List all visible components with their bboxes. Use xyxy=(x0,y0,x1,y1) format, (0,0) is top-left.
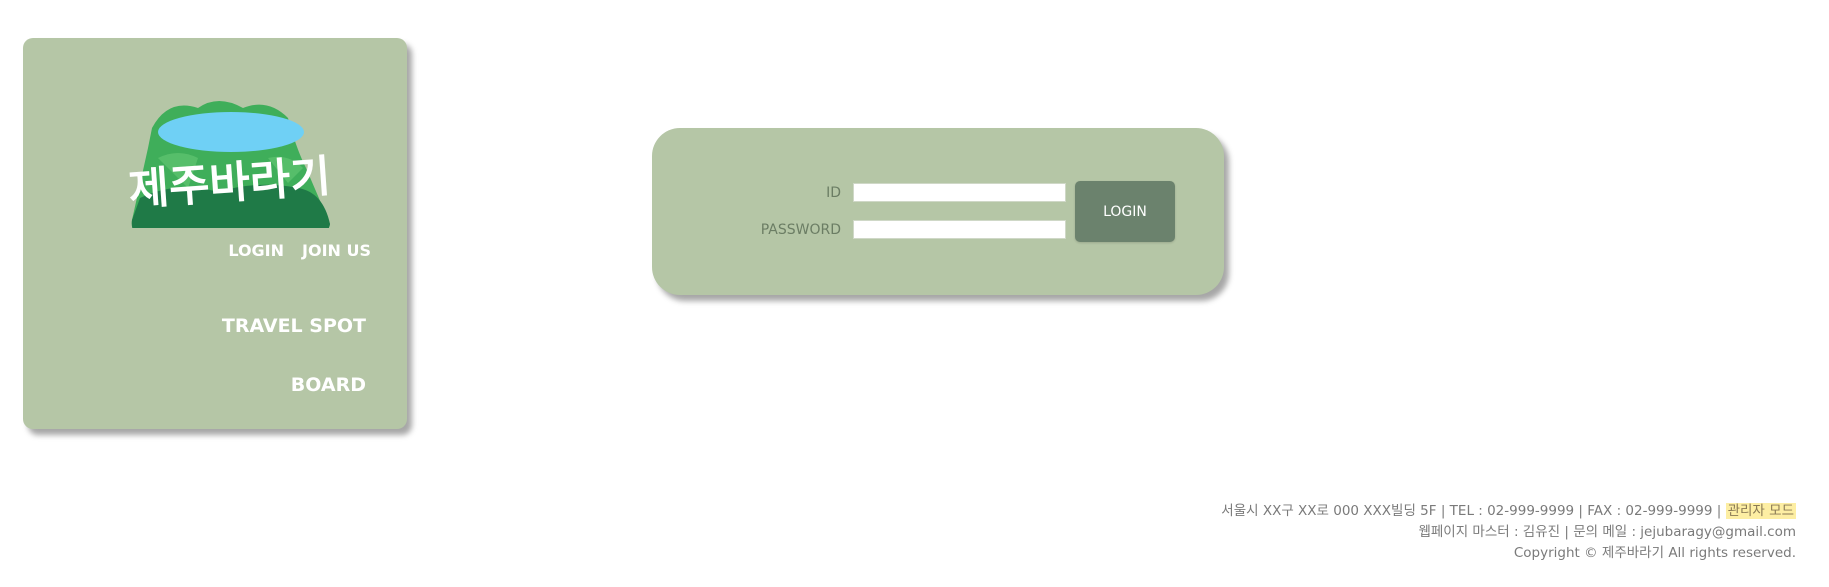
nav-travel-spot[interactable]: TRAVEL SPOT xyxy=(222,315,366,337)
sidebar: 제주바라기 LOGIN JOIN US TRAVEL SPOT BOARD xyxy=(23,38,407,429)
id-row: ID xyxy=(652,183,1066,202)
auth-links: LOGIN JOIN US xyxy=(228,241,371,260)
footer: 서울시 XX구 XX로 000 XXX빌딩 5F | TEL : 02-999-… xyxy=(1221,501,1796,564)
login-button[interactable]: LOGIN xyxy=(1075,181,1175,242)
join-us-link[interactable]: JOIN US xyxy=(302,241,371,260)
footer-address: 서울시 XX구 XX로 000 XXX빌딩 5F | TEL : 02-999-… xyxy=(1221,503,1722,519)
login-link[interactable]: LOGIN xyxy=(228,241,284,260)
nav-board[interactable]: BOARD xyxy=(291,374,366,396)
password-label: PASSWORD xyxy=(760,221,841,238)
logo[interactable]: 제주바라기 xyxy=(118,88,348,228)
footer-contact: 웹페이지 마스터 : 김유진 | 문의 메일 : jejubaragy@gmai… xyxy=(1418,524,1796,540)
login-form: ID PASSWORD LOGIN xyxy=(652,128,1224,295)
id-label: ID xyxy=(826,184,841,201)
jeju-mountain-logo-icon: 제주바라기 xyxy=(127,101,332,228)
password-row: PASSWORD xyxy=(652,220,1066,239)
admin-mode-link[interactable]: 관리자 모드 xyxy=(1725,503,1796,519)
page: 제주바라기 LOGIN JOIN US TRAVEL SPOT BOARD ID… xyxy=(0,0,1829,587)
password-input[interactable] xyxy=(853,220,1066,239)
id-input[interactable] xyxy=(853,183,1066,202)
footer-address-line: 서울시 XX구 XX로 000 XXX빌딩 5F | TEL : 02-999-… xyxy=(1221,501,1796,522)
footer-copyright: Copyright © 제주바라기 All rights reserved. xyxy=(1513,545,1796,561)
